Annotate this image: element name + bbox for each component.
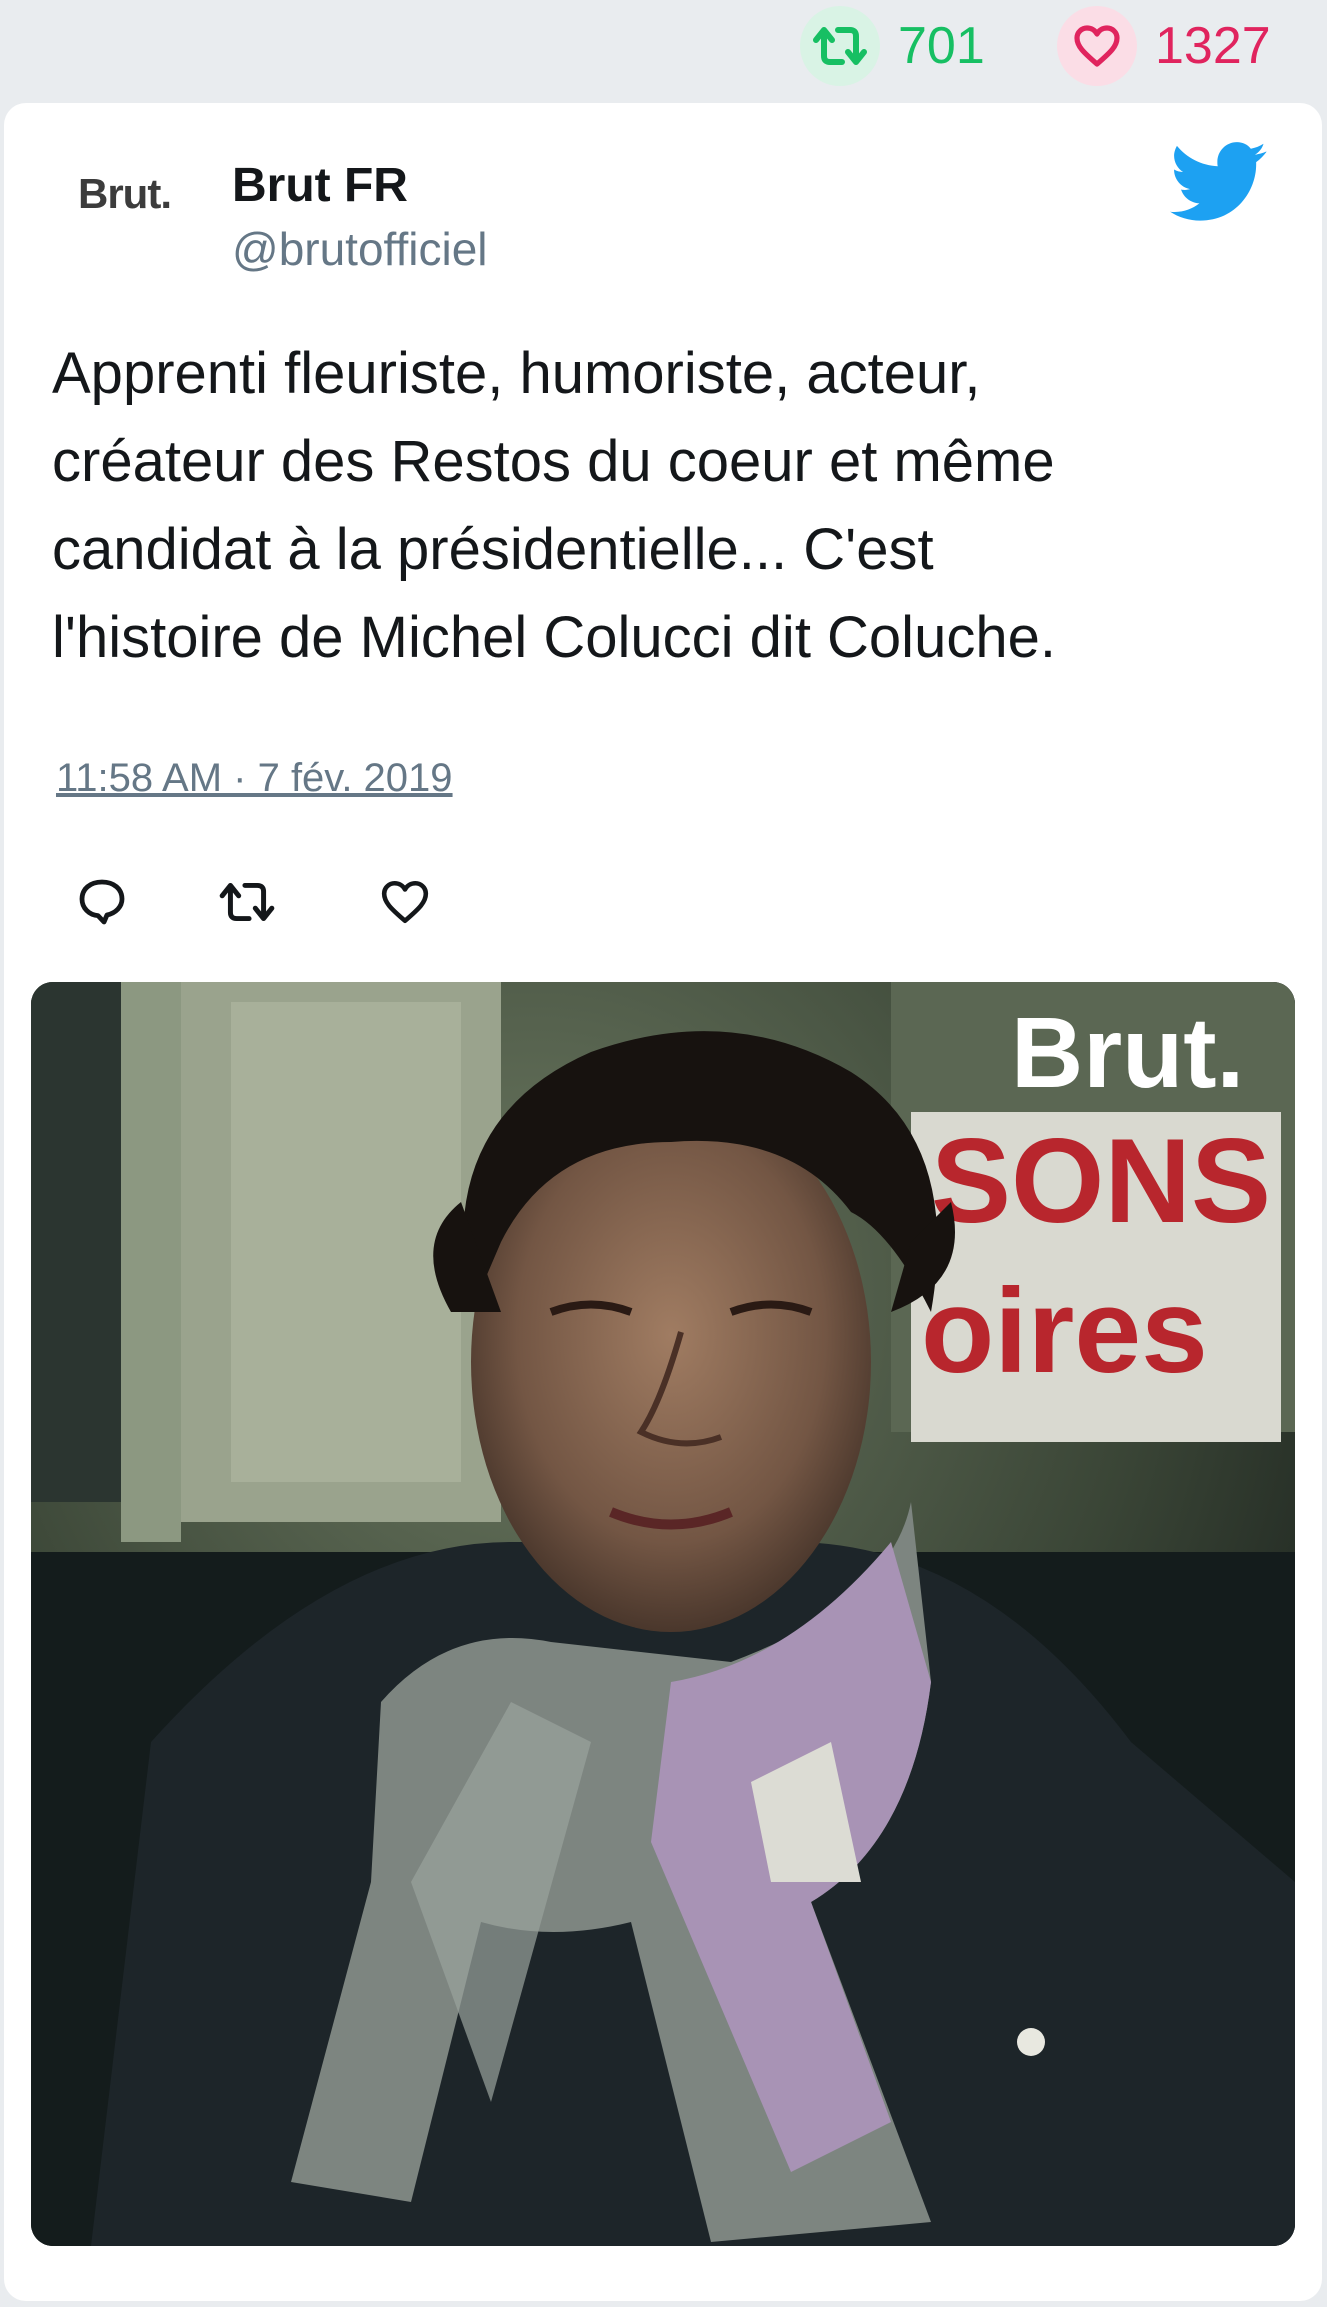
avatar[interactable]: Brut. [78,170,172,218]
like-count: 1327 [1155,17,1271,75]
like-button[interactable] [373,870,437,934]
video-frame: SONS oires Brut. [31,982,1295,2246]
retweet-button[interactable] [215,870,279,934]
user-handle[interactable]: @brutofficiel [232,222,488,276]
tweet-text: Apprenti fleuriste, humoriste, acteur, c… [52,341,1056,670]
brut-watermark: Brut. [1011,997,1244,1109]
retweet-stat[interactable]: 701 [800,6,985,86]
retweet-count: 701 [898,17,985,75]
reply-button[interactable] [70,870,134,934]
sign-text-2: oires [921,1264,1208,1398]
sign-text-1: SONS [931,1114,1271,1248]
tweet-media-video[interactable]: SONS oires Brut. [31,982,1295,2246]
retweet-icon [219,882,275,922]
heart-icon [1057,6,1137,86]
like-stat[interactable]: 1327 [1057,6,1271,86]
display-name[interactable]: Brut FR [232,158,408,213]
engagement-stats: 701 1327 [0,0,1327,90]
heart-icon [381,880,429,924]
retweet-icon [800,6,880,86]
tweet-timestamp[interactable]: 11:58 AM · 7 fév. 2019 [56,756,453,801]
twitter-bird-icon[interactable] [1170,140,1268,226]
reply-icon [79,879,125,925]
